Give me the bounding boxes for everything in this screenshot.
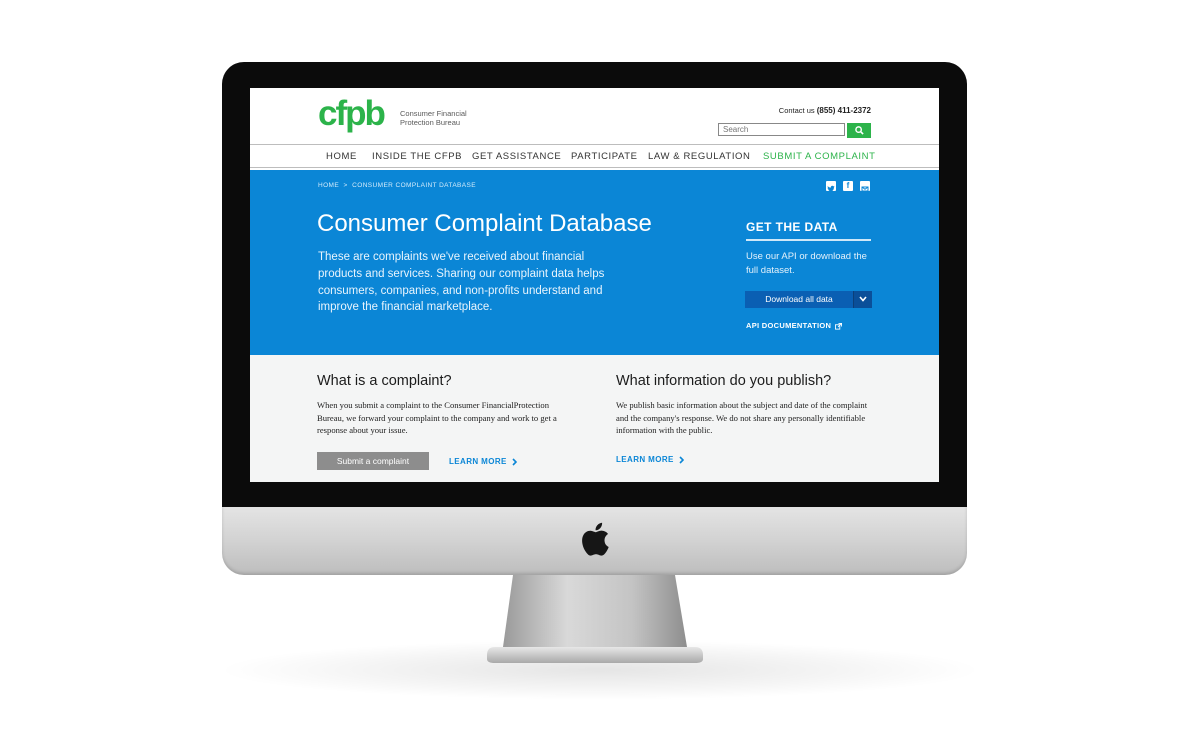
- contact-label: Contact us: [778, 106, 815, 115]
- search-icon: [854, 126, 864, 135]
- facebook-icon[interactable]: f: [843, 181, 853, 191]
- breadcrumb-current: CONSUMER COMPLAINT DATABASE: [352, 182, 477, 189]
- breadcrumb-separator: >: [343, 182, 348, 189]
- contact-phone[interactable]: (855) 411-2372: [817, 106, 871, 115]
- what-is-a-complaint-text: When you submit a complaint to the Consu…: [317, 400, 557, 436]
- search-input[interactable]: [718, 123, 845, 136]
- apple-logo-icon: [582, 522, 609, 556]
- get-the-data-divider: [746, 239, 871, 241]
- nav-get-assistance[interactable]: GET ASSISTANCE: [472, 151, 561, 162]
- learn-more-complaint-link[interactable]: LEARN MORE: [449, 457, 517, 466]
- learn-more-publish-link[interactable]: LEARN MORE: [616, 455, 684, 464]
- search-button[interactable]: [847, 123, 871, 138]
- download-options-dropdown[interactable]: [853, 291, 872, 308]
- contact-info: Contact us (855) 411-2372: [779, 106, 871, 115]
- nav-inside-the-cfpb[interactable]: INSIDE THE CFPB: [372, 151, 462, 162]
- learn-more-label: LEARN MORE: [449, 457, 507, 466]
- api-documentation-label: API DOCUMENTATION: [746, 321, 832, 330]
- monitor-stand: [487, 575, 703, 663]
- main-nav: HOME INSIDE THE CFPB GET ASSISTANCE PART…: [250, 144, 939, 168]
- breadcrumb-home[interactable]: HOME: [318, 182, 339, 189]
- logo-subtitle: Consumer Financial Protection Bureau: [400, 109, 467, 127]
- get-the-data-title: GET THE DATA: [746, 220, 838, 234]
- get-the-data-description: Use our API or download the full dataset…: [746, 251, 867, 276]
- chevron-down-icon: [859, 296, 867, 302]
- chevron-right-icon: [679, 456, 684, 464]
- hero-section: HOME > CONSUMER COMPLAINT DATABASE f Con…: [250, 170, 939, 355]
- website-screen: cfpb Consumer Financial Protection Burea…: [250, 88, 939, 482]
- external-link-icon: [835, 322, 843, 330]
- site-header: cfpb Consumer Financial Protection Burea…: [250, 88, 939, 144]
- hero-description: These are complaints we've received abou…: [318, 251, 605, 314]
- api-documentation-link[interactable]: API DOCUMENTATION: [746, 321, 843, 330]
- what-information-text: We publish basic information about the s…: [616, 400, 868, 436]
- submit-a-complaint-button[interactable]: Submit a complaint: [317, 452, 429, 470]
- nav-home[interactable]: HOME: [326, 151, 357, 162]
- breadcrumb: HOME > CONSUMER COMPLAINT DATABASE: [318, 182, 476, 189]
- page-title: Consumer Complaint Database: [317, 210, 652, 237]
- download-all-data-button[interactable]: Download all data: [745, 291, 853, 308]
- info-section: What is a complaint? When you submit a c…: [250, 355, 939, 482]
- learn-more-label: LEARN MORE: [616, 455, 674, 464]
- nav-participate[interactable]: PARTICIPATE: [571, 151, 638, 162]
- cfpb-logo[interactable]: cfpb: [318, 94, 386, 134]
- email-icon[interactable]: [860, 181, 870, 192]
- chevron-right-icon: [512, 458, 517, 466]
- twitter-icon[interactable]: [826, 181, 836, 192]
- nav-law-regulation[interactable]: LAW & REGULATION: [648, 151, 751, 162]
- what-information-heading: What information do you publish?: [616, 373, 832, 389]
- nav-submit-a-complaint[interactable]: SUBMIT A COMPLAINT: [763, 151, 876, 162]
- what-is-a-complaint-heading: What is a complaint?: [317, 373, 452, 389]
